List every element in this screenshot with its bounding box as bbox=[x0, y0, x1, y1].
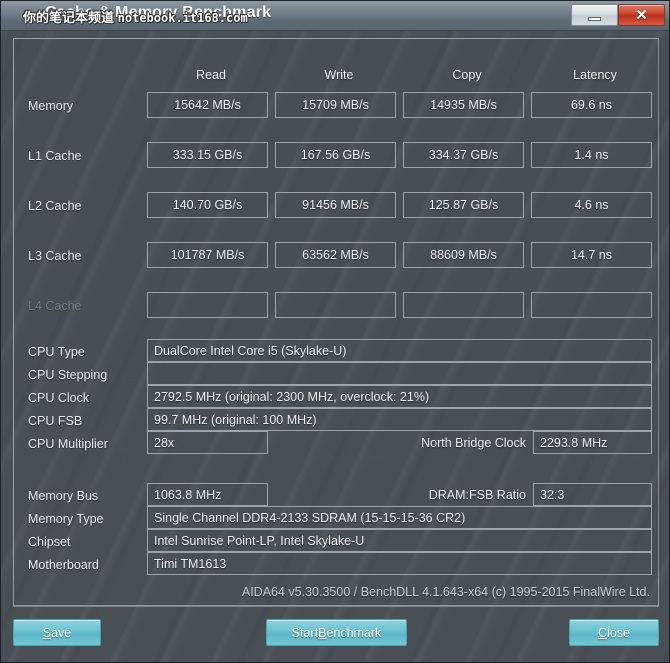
save-button-label-post: ave bbox=[51, 625, 72, 640]
chipset-field: Intel Sunrise Point-LP, Intel Skylake-U bbox=[147, 529, 652, 552]
dram-fsb-ratio-field: 32:3 bbox=[533, 483, 652, 506]
north-bridge-clock-field: 2293.8 MHz bbox=[533, 431, 652, 454]
start-benchmark-button[interactable]: Start Benchmark bbox=[266, 619, 407, 646]
l1-read-field: 333.15 GB/s bbox=[147, 142, 268, 168]
label-cpu-type: CPU Type bbox=[28, 345, 85, 359]
l3-latency-field: 14.7 ns bbox=[531, 242, 652, 268]
aida64-benchmark-window: Cache & Memory Benchmark 你的笔记本频道 noteboo… bbox=[0, 0, 670, 663]
start-benchmark-label-pre: Start bbox=[291, 625, 319, 640]
memory-write-field: 15709 MB/s bbox=[275, 92, 396, 118]
l4-latency-field bbox=[531, 292, 652, 318]
minimize-icon bbox=[588, 16, 601, 21]
version-info-text: AIDA64 v5.30.3500 / BenchDLL 4.1.643-x64… bbox=[13, 579, 659, 606]
l2-copy-field: 125.87 GB/s bbox=[403, 192, 524, 218]
column-header-read: Read bbox=[196, 68, 226, 82]
memory-bus-field: 1063.8 MHz bbox=[147, 483, 268, 506]
l3-write-field: 63562 MB/s bbox=[275, 242, 396, 268]
close-button-label-post: lose bbox=[607, 625, 630, 640]
cpu-fsb-field: 99.7 MHz (original: 100 MHz) bbox=[147, 408, 652, 431]
label-cpu-stepping: CPU Stepping bbox=[28, 368, 108, 382]
row-label-l3-cache: L3 Cache bbox=[28, 249, 82, 263]
label-dram-fsb-ratio: DRAM:FSB Ratio bbox=[428, 487, 526, 502]
watermark-chinese-text: 你的笔记本频道 bbox=[23, 11, 115, 26]
content-panel: Read Write Copy Latency Memory 15642 MB/… bbox=[13, 38, 659, 607]
l3-copy-field: 88609 MB/s bbox=[403, 242, 524, 268]
site-watermark: 你的笔记本频道 notebook.it168.com bbox=[23, 7, 248, 26]
label-memory-type: Memory Type bbox=[28, 512, 104, 526]
l2-latency-field: 4.6 ns bbox=[531, 192, 652, 218]
watermark-url-text: notebook.it168.com bbox=[117, 11, 248, 25]
row-label-memory: Memory bbox=[28, 99, 74, 113]
label-cpu-fsb: CPU FSB bbox=[28, 414, 83, 428]
label-motherboard: Motherboard bbox=[28, 558, 99, 572]
close-button-accel: C bbox=[598, 625, 608, 640]
column-header-latency: Latency bbox=[573, 68, 617, 82]
label-chipset: Chipset bbox=[28, 535, 71, 549]
label-memory-bus: Memory Bus bbox=[28, 489, 99, 503]
l2-read-field: 140.70 GB/s bbox=[147, 192, 268, 218]
row-label-l1-cache: L1 Cache bbox=[28, 149, 82, 163]
memory-read-field: 15642 MB/s bbox=[147, 92, 268, 118]
close-icon: ✕ bbox=[635, 7, 648, 24]
l4-read-field bbox=[147, 292, 268, 318]
memory-copy-field: 14935 MB/s bbox=[403, 92, 524, 118]
label-north-bridge-clock: North Bridge Clock bbox=[421, 435, 526, 450]
start-benchmark-label-post: enchmark bbox=[326, 625, 382, 640]
row-label-l2-cache: L2 Cache bbox=[28, 199, 82, 213]
l4-copy-field bbox=[403, 292, 524, 318]
l3-read-field: 101787 MB/s bbox=[147, 242, 268, 268]
column-header-copy: Copy bbox=[452, 68, 482, 82]
motherboard-field: Timi TM1613 bbox=[147, 552, 652, 575]
memory-latency-field: 69.6 ns bbox=[531, 92, 652, 118]
cpu-multiplier-field: 28x bbox=[147, 431, 268, 454]
l1-write-field: 167.56 GB/s bbox=[275, 142, 396, 168]
save-button[interactable]: Save bbox=[13, 619, 101, 646]
memory-type-field: Single Channel DDR4-2133 SDRAM (15-15-15… bbox=[147, 506, 652, 529]
save-button-accel: S bbox=[42, 625, 52, 640]
l1-latency-field: 1.4 ns bbox=[531, 142, 652, 168]
close-dialog-button[interactable]: Close bbox=[569, 619, 659, 646]
l4-write-field bbox=[275, 292, 396, 318]
title-bar: Cache & Memory Benchmark 你的笔记本频道 noteboo… bbox=[1, 1, 669, 31]
close-window-button[interactable]: ✕ bbox=[618, 4, 665, 26]
minimize-button[interactable] bbox=[571, 4, 618, 26]
row-label-l4-cache: L4 Cache bbox=[28, 299, 82, 313]
label-cpu-multiplier: CPU Multiplier bbox=[28, 437, 108, 451]
column-header-write: Write bbox=[324, 68, 354, 82]
l2-write-field: 91456 MB/s bbox=[275, 192, 396, 218]
label-cpu-clock: CPU Clock bbox=[28, 391, 90, 405]
cpu-type-field: DualCore Intel Core i5 (Skylake-U) bbox=[147, 339, 652, 362]
cpu-clock-field: 2792.5 MHz (original: 2300 MHz, overcloc… bbox=[147, 385, 652, 408]
cpu-stepping-field bbox=[147, 362, 652, 385]
l1-copy-field: 334.37 GB/s bbox=[403, 142, 524, 168]
